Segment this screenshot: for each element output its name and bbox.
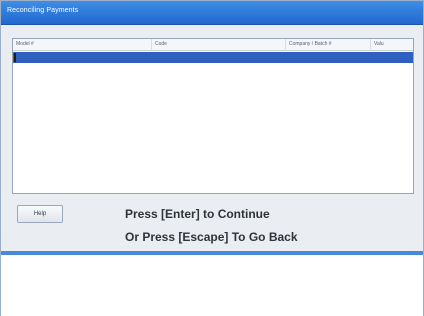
records-list[interactable]: Model # Code Company / Batch # Valu — [12, 38, 414, 194]
column-header-code[interactable]: Code — [152, 39, 286, 51]
cell-value — [371, 52, 413, 63]
help-button[interactable]: Help — [17, 205, 63, 223]
column-header-model[interactable]: Model # — [13, 39, 152, 51]
cell-code — [152, 52, 286, 63]
cell-company-batch — [286, 52, 371, 63]
main-window: Reconciling Payments Model # Code Compan… — [0, 0, 424, 316]
list-row-selected[interactable] — [13, 52, 413, 63]
window-title: Reconciling Payments — [7, 7, 79, 14]
cell-model — [13, 52, 152, 63]
title-bar[interactable]: Reconciling Payments — [1, 1, 423, 25]
instruction-continue: Press [Enter] to Continue — [125, 207, 270, 221]
column-header-value[interactable]: Valu — [371, 39, 413, 51]
blank-panel — [1, 255, 423, 316]
column-header-company-batch[interactable]: Company / Batch # — [286, 39, 371, 51]
list-header: Model # Code Company / Batch # Valu — [13, 39, 413, 51]
instruction-go-back: Or Press [Escape] To Go Back — [125, 230, 298, 244]
